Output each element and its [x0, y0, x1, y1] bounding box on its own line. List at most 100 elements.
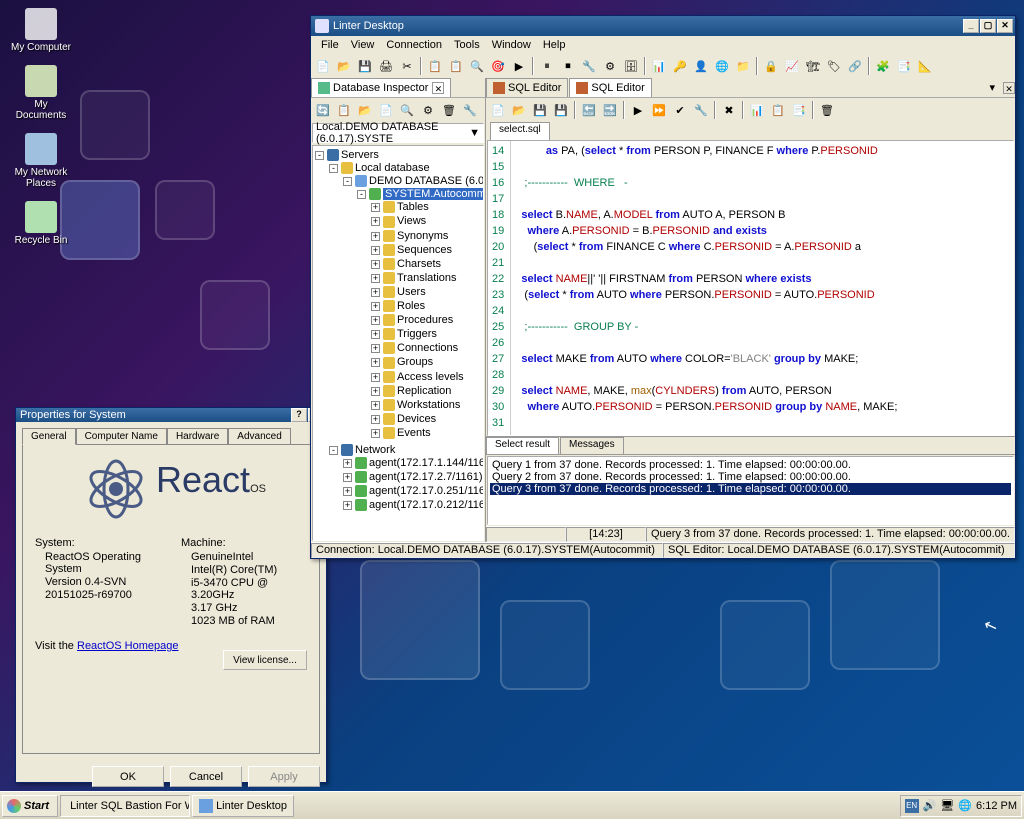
minimize-button[interactable]: _ [963, 19, 979, 33]
toolbar-button[interactable]: 📂 [355, 100, 375, 120]
tree-item[interactable]: Users [397, 286, 426, 298]
close-button[interactable]: ✕ [997, 19, 1013, 33]
menu-tools[interactable]: Tools [448, 38, 486, 52]
tree-item[interactable]: Synonyms [397, 230, 448, 242]
desktop-icon-network-places[interactable]: My Network Places [8, 133, 74, 189]
tab-close-icon[interactable]: ✕ [432, 82, 444, 94]
ok-button[interactable]: OK [92, 766, 164, 787]
tree-collapse-icon[interactable]: - [315, 151, 324, 160]
maximize-button[interactable]: ▢ [980, 19, 996, 33]
tree-expand-icon[interactable]: + [371, 316, 380, 325]
tab-database-inspector[interactable]: Database Inspector✕ [311, 78, 451, 97]
db-selector-dropdown[interactable]: Local.DEMO DATABASE (6.0.17).SYSTE▼ [312, 123, 484, 143]
tree-collapse-icon[interactable]: - [357, 190, 366, 199]
tree-item[interactable]: Charsets [397, 258, 441, 270]
tree-expand-icon[interactable]: + [371, 415, 380, 424]
tab-hardware[interactable]: Hardware [167, 428, 228, 444]
volume-icon[interactable]: 🔊 [923, 799, 937, 812]
tree-item[interactable]: Devices [397, 413, 436, 425]
toolbar-button[interactable]: 📐 [915, 56, 935, 76]
desktop-icon-recycle-bin[interactable]: Recycle Bin [8, 201, 74, 246]
tab-sql-editor-active[interactable]: SQL Editor [569, 78, 651, 97]
toolbar-button[interactable]: 🏗 [803, 56, 823, 76]
language-indicator[interactable]: EN [905, 799, 919, 813]
tab-general[interactable]: General [22, 428, 76, 445]
toolbar-button[interactable]: 📊 [747, 100, 767, 120]
result-row[interactable]: Query 1 from 37 done. Records processed:… [490, 459, 1011, 471]
toolbar-button[interactable]: 🔧 [579, 56, 599, 76]
tab-select-result[interactable]: Select result [486, 437, 559, 454]
tray-icon[interactable]: 🌐 [958, 799, 972, 812]
tree-collapse-icon[interactable]: - [343, 177, 352, 186]
close-icon[interactable]: ✕ [1003, 82, 1015, 94]
toolbar-button[interactable]: 👤 [691, 56, 711, 76]
toolbar-button[interactable]: 🧩 [873, 56, 893, 76]
toolbar-button[interactable]: 📑 [894, 56, 914, 76]
tree-expand-icon[interactable]: + [371, 217, 380, 226]
toolbar-button[interactable]: 🗄 [621, 56, 641, 76]
tree-item[interactable]: Views [397, 215, 426, 227]
toolbar-button[interactable]: ⚙ [600, 56, 620, 76]
menu-window[interactable]: Window [486, 38, 537, 52]
toolbar-button[interactable]: 🔄 [313, 100, 333, 120]
toolbar-button[interactable]: ⏸ [537, 56, 557, 76]
tab-computer-name[interactable]: Computer Name [76, 428, 167, 444]
tree-expand-icon[interactable]: + [371, 387, 380, 396]
file-tab-select-sql[interactable]: select.sql [490, 122, 550, 140]
tree-expand-icon[interactable]: + [343, 501, 352, 510]
toolbar-button[interactable]: 🌐 [712, 56, 732, 76]
tree-item-agent[interactable]: agent(172.17.2.7/1161) [369, 471, 483, 483]
toolbar-button[interactable]: ✂ [397, 56, 417, 76]
desktop-icon-my-documents[interactable]: My Documents [8, 65, 74, 121]
tree-expand-icon[interactable]: + [343, 473, 352, 482]
toolbar-button[interactable]: 📈 [782, 56, 802, 76]
toolbar-button[interactable]: ⏹ [558, 56, 578, 76]
toolbar-button[interactable]: 🗑 [817, 100, 837, 120]
tree-item[interactable]: Roles [397, 300, 425, 312]
help-button[interactable]: ? [291, 408, 307, 422]
tree-collapse-icon[interactable]: - [329, 164, 338, 173]
toolbar-button[interactable]: 🔑 [670, 56, 690, 76]
menu-connection[interactable]: Connection [380, 38, 448, 52]
tree-expand-icon[interactable]: + [371, 330, 380, 339]
toolbar-button[interactable]: 🔜 [600, 100, 620, 120]
toolbar-button[interactable]: 📄 [376, 100, 396, 120]
tree-item[interactable]: Sequences [397, 244, 452, 256]
tree-item-selected[interactable]: SYSTEM.Autocommit [383, 188, 484, 200]
tree-item[interactable]: Triggers [397, 328, 437, 340]
toolbar-button[interactable]: 📄 [313, 56, 333, 76]
chevron-down-icon[interactable]: ▾ [985, 81, 999, 94]
tree-expand-icon[interactable]: + [371, 401, 380, 410]
tree-expand-icon[interactable]: + [371, 274, 380, 283]
toolbar-button[interactable]: 📋 [768, 100, 788, 120]
tree-item[interactable]: Procedures [397, 314, 453, 326]
tree-item[interactable]: Tables [397, 201, 429, 213]
tree-expand-icon[interactable]: + [371, 373, 380, 382]
tree-item-agent[interactable]: agent(172.17.0.212/1161) [369, 499, 484, 511]
toolbar-button[interactable]: ✔ [670, 100, 690, 120]
toolbar-button[interactable]: 💾 [530, 100, 550, 120]
toolbar-button[interactable]: 🗑 [439, 100, 459, 120]
system-tray[interactable]: EN 🔊 🖥 🌐 6:12 PM [900, 795, 1022, 817]
toolbar-button[interactable]: ✖ [719, 100, 739, 120]
toolbar-button[interactable]: ▶ [509, 56, 529, 76]
toolbar-button[interactable]: 💾 [551, 100, 571, 120]
toolbar-button[interactable]: 🎯 [488, 56, 508, 76]
toolbar-button[interactable]: 🔙 [579, 100, 599, 120]
tree-expand-icon[interactable]: + [371, 260, 380, 269]
toolbar-button[interactable]: 📄 [488, 100, 508, 120]
clock[interactable]: 6:12 PM [976, 800, 1017, 812]
database-tree[interactable]: -Servers -Local database -DEMO DATABASE … [312, 145, 484, 541]
menu-view[interactable]: View [345, 38, 381, 52]
toolbar-button[interactable]: ▶ [628, 100, 648, 120]
toolbar-button[interactable]: 🖨 [376, 56, 396, 76]
toolbar-button[interactable]: 📋 [334, 100, 354, 120]
sql-code-editor[interactable]: 141516171819202122232425262728293031 as … [487, 140, 1014, 436]
tab-sql-editor[interactable]: SQL Editor [486, 78, 568, 97]
tree-item-agent[interactable]: agent(172.17.0.251/1161) [369, 485, 484, 497]
view-license-button[interactable]: View license... [223, 650, 307, 670]
toolbar-button[interactable]: 📂 [509, 100, 529, 120]
result-row[interactable]: Query 3 from 37 done. Records processed:… [490, 483, 1011, 495]
tab-advanced[interactable]: Advanced [228, 428, 290, 444]
start-button[interactable]: Start [2, 795, 58, 817]
